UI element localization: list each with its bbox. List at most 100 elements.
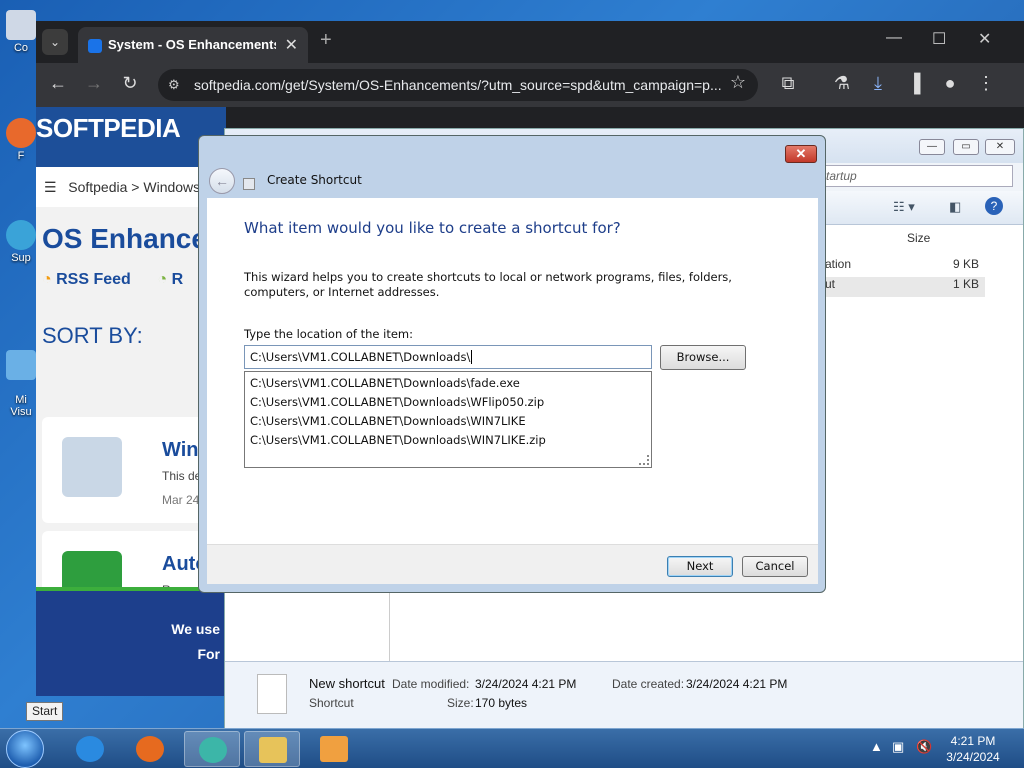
new-tab-plus-icon[interactable]: +	[320, 29, 332, 52]
tab-strip: ⌄ System - OS Enhancements Do ✕ + — ☐ ✕	[36, 21, 1024, 63]
clock-time: 4:21 PM	[950, 734, 996, 748]
menu-kebab-icon[interactable]: ⋮	[974, 73, 998, 94]
details-size-label: Size:	[447, 696, 474, 710]
browser-tab[interactable]: System - OS Enhancements Do ✕	[78, 27, 308, 63]
file-size: 1 KB	[953, 277, 980, 291]
url-text: softpedia.com/get/System/OS-Enhancements…	[194, 77, 722, 93]
desktop-icon-label: Sup	[11, 252, 31, 264]
show-hidden-icons-icon[interactable]: ▲	[870, 739, 883, 754]
profile-avatar-icon[interactable]: ●	[938, 73, 962, 94]
clock-date: 3/24/2024	[946, 750, 1000, 764]
labs-flask-icon[interactable]: ⚗	[830, 73, 854, 94]
preview-pane-icon[interactable]: ◧	[949, 199, 961, 215]
media-player-icon	[320, 736, 348, 762]
desktop-icon-label: Co	[13, 42, 29, 54]
details-file-name: New shortcut	[309, 676, 385, 691]
view-options-icon[interactable]: ☷ ▾	[893, 199, 915, 215]
wizard-heading: What item would you like to create a sho…	[244, 219, 621, 237]
file-row[interactable]: ut 1 KB	[825, 277, 985, 297]
file-name: ation	[825, 257, 852, 271]
wizard-description: This wizard helps you to create shortcut…	[244, 270, 732, 299]
details-modified-value: 3/24/2024 4:21 PM	[475, 677, 577, 691]
firefox-icon	[136, 736, 164, 762]
desktop-icon-computer[interactable]: Co	[4, 10, 38, 54]
location-label: Type the location of the item:	[244, 327, 414, 341]
taskbar-explorer[interactable]	[244, 731, 300, 767]
visual-studio-icon	[6, 350, 36, 380]
next-button[interactable]: Next	[667, 556, 733, 577]
cookie-text-line1: We use	[171, 621, 220, 637]
rss-icon: ◔	[42, 271, 52, 288]
side-panel-icon[interactable]: ▐	[902, 73, 926, 94]
autocomplete-item[interactable]: C:\Users\VM1.COLLABNET\Downloads\WIN7LIK…	[245, 431, 651, 450]
close-window-icon[interactable]: ✕	[978, 29, 991, 49]
back-arrow-icon[interactable]: ←	[209, 168, 235, 194]
rss-feed-link[interactable]: RSS Feed	[56, 271, 131, 288]
breadcrumb-home-link[interactable]: Softpedia	[68, 179, 127, 195]
extensions-icon[interactable]: ⧉	[776, 73, 800, 94]
dialog-title: Create Shortcut	[267, 173, 362, 187]
taskbar-internet-explorer[interactable]	[62, 731, 118, 767]
taskbar-media-player[interactable]	[306, 731, 362, 767]
softpedia-favicon-icon	[88, 39, 102, 53]
internet-explorer-icon	[76, 736, 104, 762]
minimize-icon[interactable]: —	[886, 29, 902, 47]
autocomplete-item[interactable]: C:\Users\VM1.COLLABNET\Downloads\WIN7LIK…	[245, 412, 651, 431]
desktop-icon-support[interactable]: Sup	[4, 220, 38, 264]
start-button-windows-icon[interactable]	[6, 730, 44, 768]
text-cursor	[471, 350, 473, 364]
card-description: This de	[162, 469, 202, 483]
dialog-footer: Next Cancel	[207, 544, 818, 584]
taskbar-chrome[interactable]	[184, 731, 240, 767]
autocomplete-item[interactable]: C:\Users\VM1.COLLABNET\Downloads\WFlip05…	[245, 393, 651, 412]
app-thumbnail-icon	[62, 437, 122, 497]
support-icon	[6, 220, 36, 250]
computer-icon	[6, 10, 36, 40]
system-clock[interactable]: 4:21 PM 3/24/2024	[938, 733, 1008, 765]
network-icon[interactable]: ▣	[892, 739, 904, 755]
details-created-value: 3/24/2024 4:21 PM	[686, 677, 788, 691]
desktop-icon-firefox[interactable]: F	[4, 118, 38, 162]
site-info-icon[interactable]: ⚙	[168, 69, 180, 101]
tab-search-button[interactable]: ⌄	[42, 29, 68, 55]
desktop-icon-label: F	[17, 150, 25, 162]
autocomplete-item[interactable]: C:\Users\VM1.COLLABNET\Downloads\fade.ex…	[245, 374, 651, 393]
explorer-minimize-icon[interactable]: —	[919, 139, 945, 155]
details-pane: New shortcut Shortcut Date modified: 3/2…	[225, 661, 1023, 729]
file-row[interactable]: ation 9 KB	[825, 257, 985, 277]
breadcrumb-separator: >	[131, 179, 140, 195]
location-input[interactable]: C:\Users\VM1.COLLABNET\Downloads\	[244, 345, 652, 369]
download-icon[interactable]: ⤓	[866, 73, 890, 94]
browse-button[interactable]: Browse...	[660, 345, 746, 370]
explorer-close-icon[interactable]: ✕	[985, 139, 1015, 155]
dialog-close-button[interactable]: ✕	[785, 145, 817, 163]
maximize-icon[interactable]: ☐	[932, 29, 946, 49]
rss-icon-2: ◔	[157, 271, 168, 288]
autocomplete-dropdown: C:\Users\VM1.COLLABNET\Downloads\fade.ex…	[244, 371, 652, 468]
address-bar[interactable]: ⚙ softpedia.com/get/System/OS-Enhancemen…	[158, 69, 758, 101]
cookie-banner: We use For	[36, 591, 226, 696]
rss-link-2[interactable]: R	[172, 271, 184, 288]
bookmark-star-icon[interactable]: ☆	[726, 72, 750, 93]
details-modified-label: Date modified:	[392, 677, 470, 691]
forward-arrow-icon[interactable]: →	[82, 73, 106, 94]
desktop-icon-visual-studio[interactable]: Mi Visu	[4, 338, 38, 418]
back-arrow-icon[interactable]: ←	[46, 73, 70, 94]
taskbar-firefox[interactable]	[122, 731, 178, 767]
shortcut-file-icon	[257, 674, 287, 714]
breadcrumb-windows-link[interactable]: Windows	[143, 179, 200, 195]
resize-grip-icon[interactable]	[639, 455, 649, 465]
column-header-size[interactable]: Size	[907, 231, 930, 245]
shortcut-small-icon	[243, 178, 255, 190]
hamburger-menu-icon[interactable]: ☰	[44, 179, 57, 195]
explorer-search-input[interactable]: tartup	[821, 165, 1013, 187]
firefox-icon	[6, 118, 36, 148]
tab-close-icon[interactable]: ✕	[285, 35, 298, 55]
explorer-maximize-icon[interactable]: ▭	[953, 139, 979, 155]
details-created-label: Date created:	[612, 677, 685, 691]
volume-muted-icon[interactable]: 🔇	[916, 739, 932, 755]
folder-icon	[259, 737, 287, 763]
reload-icon[interactable]: ↻	[118, 73, 142, 94]
cancel-button[interactable]: Cancel	[742, 556, 808, 577]
help-icon[interactable]: ?	[985, 197, 1003, 215]
